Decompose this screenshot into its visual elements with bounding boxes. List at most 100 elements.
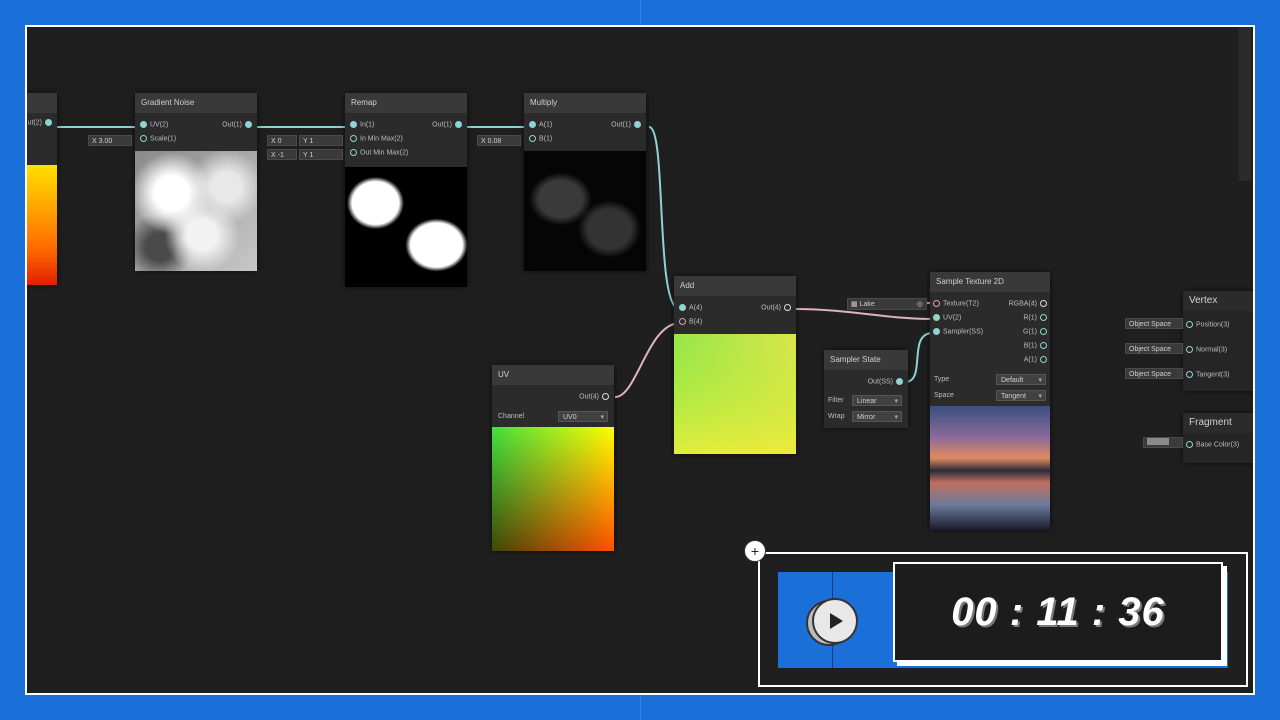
port-out[interactable]: Out(SS) — [868, 378, 906, 385]
filter-label: Filter — [828, 397, 844, 404]
node-partial-left[interactable]: ut(2) — [27, 93, 57, 285]
port-label: Position(3) — [1196, 321, 1230, 329]
node-title: Add — [674, 276, 796, 296]
port-position[interactable]: Position(3) — [1183, 321, 1229, 328]
port-uv-in[interactable]: UV(2) — [930, 314, 961, 321]
remap-row2-x[interactable]: X -1 — [267, 149, 297, 160]
port-out-minmax[interactable]: Out Min Max(2) — [347, 149, 408, 156]
remap-row1-y[interactable]: Y 1 — [299, 135, 343, 146]
port-out[interactable]: Out(1) — [611, 121, 644, 128]
plus-button[interactable]: + — [744, 540, 766, 562]
port-b-in[interactable]: B(4) — [676, 318, 702, 325]
port-label: B(1) — [1023, 342, 1037, 350]
tangent-space-field[interactable]: Object Space — [1125, 368, 1183, 379]
port-r-out[interactable]: R(1) — [1023, 314, 1050, 321]
multiply-preview — [524, 151, 646, 271]
node-sampler-state[interactable]: Sampler State Out(SS) Filter Linear Wrap… — [824, 350, 908, 428]
target-icon[interactable]: ◎ — [917, 299, 923, 310]
node-title: Fragment — [1183, 413, 1253, 433]
remap-row1-x[interactable]: X 0 — [267, 135, 297, 146]
base-color-field[interactable] — [1143, 437, 1183, 448]
node-title: Sample Texture 2D — [930, 272, 1050, 292]
port-label: ut(2) — [27, 119, 42, 127]
port-out[interactable]: Out(4) — [761, 304, 794, 311]
port-texture-in[interactable]: Texture(T2) — [930, 300, 979, 307]
port-a-in[interactable]: A(1) — [526, 121, 552, 128]
filter-dropdown[interactable]: Linear — [852, 395, 902, 407]
field-value: 1 — [309, 152, 314, 159]
partial-preview — [27, 165, 57, 285]
field-axis: Y — [303, 152, 308, 159]
port-label: Out(4) — [761, 304, 781, 312]
port-tangent[interactable]: Tangent(3) — [1183, 371, 1229, 378]
port-label: G(1) — [1023, 328, 1037, 336]
port-base-color[interactable]: Base Color(3) — [1183, 441, 1239, 448]
port-label: UV(2) — [150, 121, 169, 129]
port-label: Texture(T2) — [943, 300, 979, 308]
remap-row2-y[interactable]: Y 1 — [299, 149, 343, 160]
port-label: Out(1) — [222, 121, 242, 129]
node-fragment[interactable]: Fragment Base Color(3) — [1183, 413, 1253, 463]
port-scale-in[interactable]: Scale(1) — [137, 135, 176, 142]
color-swatch — [1147, 438, 1169, 445]
port-label: R(1) — [1023, 314, 1037, 322]
port-out[interactable]: Out(1) — [222, 121, 255, 128]
port-a-out[interactable]: A(1) — [1024, 356, 1050, 363]
remap-preview — [345, 167, 467, 287]
field-value: -1 — [277, 152, 284, 159]
node-gradient-noise[interactable]: Gradient Noise UV(2) Scale(1) Out(1) — [135, 93, 257, 271]
port-label: A(1) — [1023, 356, 1037, 364]
port-label: Tangent(3) — [1196, 371, 1230, 379]
multiply-b-field[interactable]: X 0.08 — [477, 135, 521, 146]
field-value: 0.08 — [487, 138, 502, 145]
wrap-label: Wrap — [828, 413, 845, 420]
port-out[interactable]: Out(4) — [579, 393, 612, 400]
texture-field[interactable]: ▦ Lake ◎ — [847, 298, 927, 310]
node-remap[interactable]: Remap In(1) In Min Max(2) Out Min Max(2)… — [345, 93, 467, 287]
port-label: B(1) — [539, 135, 553, 143]
port-b-in[interactable]: B(1) — [526, 135, 552, 142]
port-label: Out Min Max(2) — [360, 149, 409, 157]
port-b-out[interactable]: B(1) — [1024, 342, 1050, 349]
node-sample-texture-2d[interactable]: Sample Texture 2D Texture(T2) UV(2) Samp… — [930, 272, 1050, 530]
port-uv-in[interactable]: UV(2) — [137, 121, 168, 128]
type-label: Type — [934, 376, 950, 383]
port-normal[interactable]: Normal(3) — [1183, 346, 1227, 353]
field-axis: X — [481, 138, 486, 145]
port-in-minmax[interactable]: In Min Max(2) — [347, 135, 403, 142]
port-out[interactable]: Out(1) — [432, 121, 465, 128]
type-dropdown[interactable]: Default — [996, 374, 1046, 386]
position-space-field[interactable]: Object Space — [1125, 318, 1183, 329]
play-icon — [830, 613, 843, 629]
port-sampler-in[interactable]: Sampler(SS) — [930, 328, 983, 335]
port-label: In Min Max(2) — [360, 135, 403, 143]
port-rgba-out[interactable]: RGBA(4) — [1009, 300, 1050, 307]
port-label: Out(1) — [432, 121, 452, 129]
timer-text: 00 : 11 : 36 — [951, 590, 1165, 634]
port-in[interactable]: In(1) — [347, 121, 374, 128]
node-multiply[interactable]: Multiply A(1) B(1) Out(1) — [524, 93, 646, 271]
field-axis: Y — [303, 138, 308, 145]
uv-preview-shade — [492, 427, 614, 551]
noise-preview — [135, 151, 257, 271]
space-dropdown[interactable]: Tangent — [996, 390, 1046, 402]
node-title: Remap — [345, 93, 467, 113]
channel-dropdown[interactable]: UV0 — [558, 411, 608, 423]
port-g-out[interactable]: G(1) — [1023, 328, 1050, 335]
port-label: Sampler(SS) — [943, 328, 984, 336]
node-uv[interactable]: UV Out(4) Channel UV0 — [492, 365, 614, 551]
port-label: UV(2) — [943, 314, 962, 322]
port-label: A(1) — [539, 121, 553, 129]
field-axis: X — [271, 138, 276, 145]
port-a-in[interactable]: A(4) — [676, 304, 702, 311]
partial-out-port[interactable]: ut(2) — [28, 119, 55, 126]
scale-field[interactable]: X 3.00 — [88, 135, 132, 146]
node-add[interactable]: Add A(4) B(4) Out(4) — [674, 276, 796, 454]
port-label: In(1) — [360, 121, 375, 129]
field-value: 1 — [309, 138, 314, 145]
port-label: A(4) — [689, 304, 703, 312]
wrap-dropdown[interactable]: Mirror — [852, 411, 902, 423]
normal-space-field[interactable]: Object Space — [1125, 343, 1183, 354]
port-label: Scale(1) — [150, 135, 177, 143]
node-vertex[interactable]: Vertex Position(3) Normal(3) Tangent(3) — [1183, 291, 1253, 391]
